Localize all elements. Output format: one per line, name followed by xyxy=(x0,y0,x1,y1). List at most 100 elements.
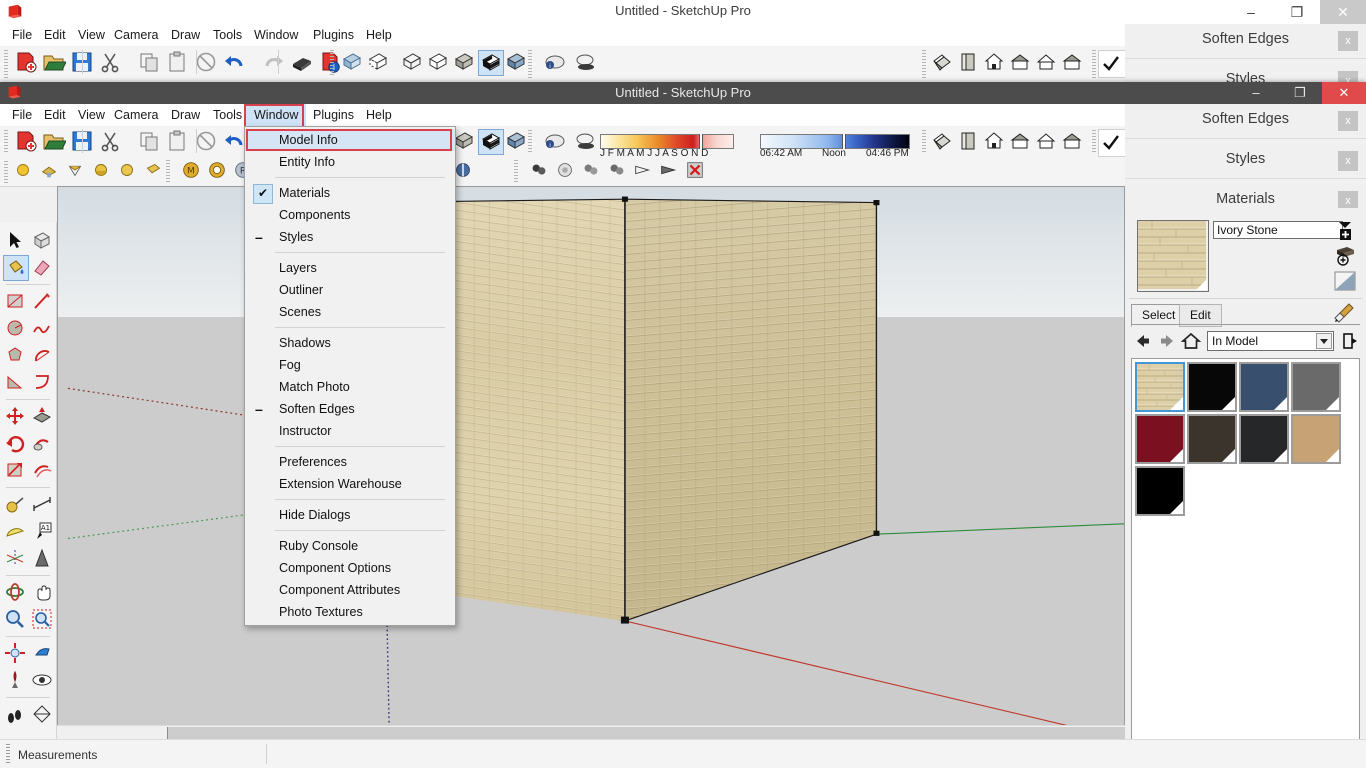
toolbar-grip-row2-1[interactable] xyxy=(166,160,170,182)
print-icon[interactable] xyxy=(290,50,316,76)
arrow-right-icon[interactable] xyxy=(1157,331,1177,351)
look-around-tool-icon[interactable] xyxy=(30,668,56,694)
eyedropper-icon[interactable] xyxy=(1332,301,1356,325)
chevron-down-icon[interactable] xyxy=(1316,333,1332,349)
menu-tools[interactable]: Tools xyxy=(205,104,250,126)
save-icon[interactable] xyxy=(70,50,96,76)
window1-close-button[interactable]: ✕ xyxy=(1320,0,1366,24)
textured-box-model[interactable] xyxy=(58,187,1124,739)
protractor-tool-icon[interactable] xyxy=(3,519,29,545)
month-slider-thumb-2[interactable] xyxy=(699,134,703,149)
fog-icon-2[interactable]: i xyxy=(542,129,568,155)
shadow-month-slider-2[interactable] xyxy=(600,134,734,149)
shadow-settings-icon-2[interactable] xyxy=(572,129,598,155)
menu-edit[interactable]: Edit xyxy=(36,104,74,126)
material-swatch[interactable] xyxy=(1239,362,1289,412)
shadow-time-slider-2[interactable] xyxy=(760,134,910,149)
cut-icon[interactable] xyxy=(98,50,124,76)
menu-plugins[interactable]: Plugins xyxy=(305,104,362,126)
cut-icon[interactable] xyxy=(98,129,124,155)
sandbox-from-contours-icon[interactable] xyxy=(12,159,36,183)
follow-me-icon[interactable] xyxy=(30,431,56,457)
material-swatch[interactable] xyxy=(1291,414,1341,464)
checkmark-icon-2[interactable] xyxy=(1098,129,1126,157)
menu-item-photo-textures[interactable]: Photo Textures xyxy=(245,601,455,623)
scene-manager-icon[interactable] xyxy=(528,159,552,183)
menu-plugins[interactable]: Plugins xyxy=(305,24,362,46)
menu-edit[interactable]: Edit xyxy=(36,24,74,46)
toolbar-grip-3[interactable] xyxy=(4,161,8,183)
toolbar-grip-2[interactable] xyxy=(4,130,8,154)
fog-dialog-icon[interactable] xyxy=(580,159,604,183)
window1-maximize-button[interactable]: ❐ xyxy=(1274,0,1320,24)
shaded-texture-icon[interactable] xyxy=(478,129,504,155)
toolbar-grip-views-2[interactable] xyxy=(922,130,926,154)
menu-item-soften-edges[interactable]: –Soften Edges xyxy=(245,398,455,420)
match-photo-icon[interactable] xyxy=(606,159,630,183)
menu-help[interactable]: Help xyxy=(358,104,400,126)
menu-item-component-attributes[interactable]: Component Attributes xyxy=(245,579,455,601)
polygon-tool-icon[interactable] xyxy=(3,343,29,369)
menu-draw[interactable]: Draw xyxy=(163,24,208,46)
component-options-icon[interactable] xyxy=(206,159,230,183)
redo-icon[interactable] xyxy=(262,50,288,76)
monochrome-icon[interactable] xyxy=(504,50,530,76)
home-icon[interactable] xyxy=(1181,331,1201,351)
iso-icon[interactable] xyxy=(930,129,956,155)
pie-tool-icon[interactable] xyxy=(3,370,29,396)
stamp-icon[interactable] xyxy=(90,159,114,183)
menu-file[interactable]: File xyxy=(4,104,40,126)
menu-item-model-info[interactable]: Model Info xyxy=(245,129,455,151)
two-point-arc-icon[interactable] xyxy=(30,370,56,396)
menu-file[interactable]: File xyxy=(4,24,40,46)
menu-item-styles[interactable]: –Styles xyxy=(245,226,455,248)
menu-item-ruby-console[interactable]: Ruby Console xyxy=(245,535,455,557)
material-name-input[interactable] xyxy=(1213,221,1343,239)
material-swatch[interactable] xyxy=(1187,414,1237,464)
menu-camera[interactable]: Camera xyxy=(106,24,166,46)
close-icon[interactable]: x xyxy=(1338,31,1358,51)
front-icon[interactable] xyxy=(982,129,1008,155)
offset-tool-icon[interactable] xyxy=(30,458,56,484)
toolbar-grip-accept[interactable] xyxy=(1092,50,1096,78)
dimension-tool-icon[interactable] xyxy=(30,492,56,518)
pan-tool-icon[interactable] xyxy=(30,580,56,606)
freehand-tool-icon[interactable] xyxy=(30,316,56,342)
material-swatch[interactable] xyxy=(1135,466,1185,516)
dynamic-components-icon[interactable]: M xyxy=(180,159,204,183)
rotate-tool-icon[interactable] xyxy=(3,431,29,457)
smoove-icon[interactable] xyxy=(64,159,88,183)
toolbar-grip[interactable] xyxy=(4,50,8,78)
checkmark-icon[interactable] xyxy=(1098,50,1126,78)
menu-item-outliner[interactable]: Outliner xyxy=(245,279,455,301)
copy-icon[interactable] xyxy=(138,129,164,155)
paint-bucket-icon[interactable] xyxy=(3,255,29,281)
window2-minimize-button[interactable]: – xyxy=(1234,82,1278,104)
new-icon[interactable] xyxy=(14,50,40,76)
select-tool-icon[interactable] xyxy=(3,228,29,254)
section-plane-tool-icon[interactable] xyxy=(30,702,56,728)
toolbar-grip-shadow-2[interactable] xyxy=(528,130,532,154)
toolbar-grip-styles[interactable] xyxy=(330,50,334,76)
menu-item-shadows[interactable]: Shadows xyxy=(245,332,455,354)
horizontal-scrollbar[interactable] xyxy=(57,725,1125,740)
back-icon[interactable] xyxy=(1034,129,1060,155)
top-icon[interactable] xyxy=(956,129,982,155)
wireframe-icon[interactable] xyxy=(400,50,426,76)
material-swatch[interactable] xyxy=(1291,362,1341,412)
right-icon[interactable] xyxy=(1008,129,1034,155)
line-tool-icon[interactable] xyxy=(30,289,56,315)
zoom-extents-icon[interactable] xyxy=(3,641,29,667)
front-icon[interactable] xyxy=(982,50,1008,76)
iso-icon[interactable] xyxy=(930,50,956,76)
panel-styles[interactable]: Stylesx xyxy=(1125,144,1366,179)
material-swatch-grid[interactable] xyxy=(1131,358,1360,746)
walk-tool-icon[interactable] xyxy=(3,702,29,728)
new-icon[interactable] xyxy=(14,129,40,155)
default-color-icon[interactable] xyxy=(1334,270,1356,292)
back-icon[interactable] xyxy=(1034,50,1060,76)
paint-bucket-plus-icon[interactable] xyxy=(1334,245,1356,267)
menu-item-scenes[interactable]: Scenes xyxy=(245,301,455,323)
material-swatch[interactable] xyxy=(1135,414,1185,464)
xray-icon[interactable] xyxy=(340,50,366,76)
